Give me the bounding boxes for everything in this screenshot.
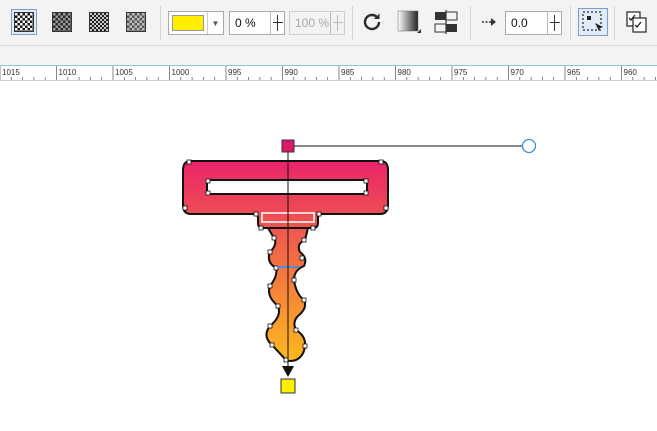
checker-icon: [52, 12, 72, 32]
gradient-icon: [397, 10, 421, 33]
ruler-label: 960: [623, 68, 637, 77]
drawing-canvas[interactable]: [0, 82, 657, 431]
key-drawing[interactable]: [0, 82, 657, 431]
checker-icon: [126, 12, 146, 32]
pattern-two-color-button[interactable]: [11, 9, 37, 35]
toolbar-separator: [570, 6, 571, 40]
opacity-end-field[interactable]: 100 %: [289, 11, 345, 35]
color-swatch: [172, 15, 204, 31]
ruler-label: 1005: [115, 68, 133, 77]
ruler-label: 1015: [2, 68, 20, 77]
ruler-label: 980: [397, 68, 411, 77]
ruler-ticks: [0, 66, 656, 80]
ruler-label: 985: [341, 68, 355, 77]
toolbar-separator: [614, 6, 615, 40]
angle-field[interactable]: 0.0: [505, 11, 562, 35]
pattern-full-color-button[interactable]: [86, 9, 112, 35]
ruler-label: 990: [284, 68, 298, 77]
key-blade[interactable]: [265, 227, 310, 362]
spinner-icon[interactable]: [547, 12, 561, 34]
ruler-label: 1010: [58, 68, 77, 77]
pattern-bitmap-button[interactable]: [49, 9, 75, 35]
color-picker[interactable]: ▼: [168, 11, 224, 35]
copy-transparency-button[interactable]: [396, 9, 422, 35]
toolbar-separator: [470, 6, 471, 40]
opacity-field[interactable]: 0 %: [229, 11, 285, 35]
gradient-end-handle[interactable]: [280, 378, 296, 394]
align-icon: [434, 10, 458, 34]
edit-transparency-button[interactable]: [433, 9, 459, 35]
key-head[interactable]: [182, 160, 389, 229]
toolbar-separator: [160, 6, 161, 40]
ruler-label: 975: [454, 68, 468, 77]
chevron-down-icon[interactable]: ▼: [207, 12, 223, 34]
texture-button[interactable]: [123, 9, 149, 35]
app-window: ▼ 0 % 100 % 0.0 1015 1010 1005 1000 995 …: [0, 0, 657, 431]
ruler-label: 995: [228, 68, 242, 77]
spinner-icon[interactable]: [330, 12, 344, 34]
free-scale-button[interactable]: [578, 8, 608, 36]
gradient-angle-handle[interactable]: [521, 138, 537, 154]
copy-properties-button[interactable]: [624, 9, 650, 35]
ruler-label: 970: [510, 68, 524, 77]
gradient-start-handle[interactable]: [281, 139, 295, 153]
gradient-direction-arrow: [282, 366, 294, 377]
checker-icon: [89, 12, 109, 32]
property-bar: ▼ 0 % 100 % 0.0: [0, 0, 657, 46]
select-icon: [582, 11, 603, 31]
opacity-value[interactable]: 0 %: [230, 16, 270, 30]
arrow-right-icon: [480, 13, 498, 36]
refresh-icon: [363, 13, 381, 31]
ruler-label: 1000: [171, 68, 190, 77]
horizontal-ruler[interactable]: 1015 1010 1005 1000 995 990 985 980 975 970 965 960: [0, 65, 657, 81]
ruler-label: 965: [567, 68, 581, 77]
spinner-icon[interactable]: [270, 12, 284, 34]
opacity-end-value[interactable]: 100 %: [290, 16, 330, 30]
checker-icon: [14, 12, 34, 32]
toolbar-gap: [0, 46, 657, 65]
copy-icon: [626, 11, 647, 33]
angle-value[interactable]: 0.0: [506, 16, 547, 30]
freeze-transparency-button[interactable]: [359, 9, 385, 35]
toolbar-separator: [352, 6, 353, 40]
